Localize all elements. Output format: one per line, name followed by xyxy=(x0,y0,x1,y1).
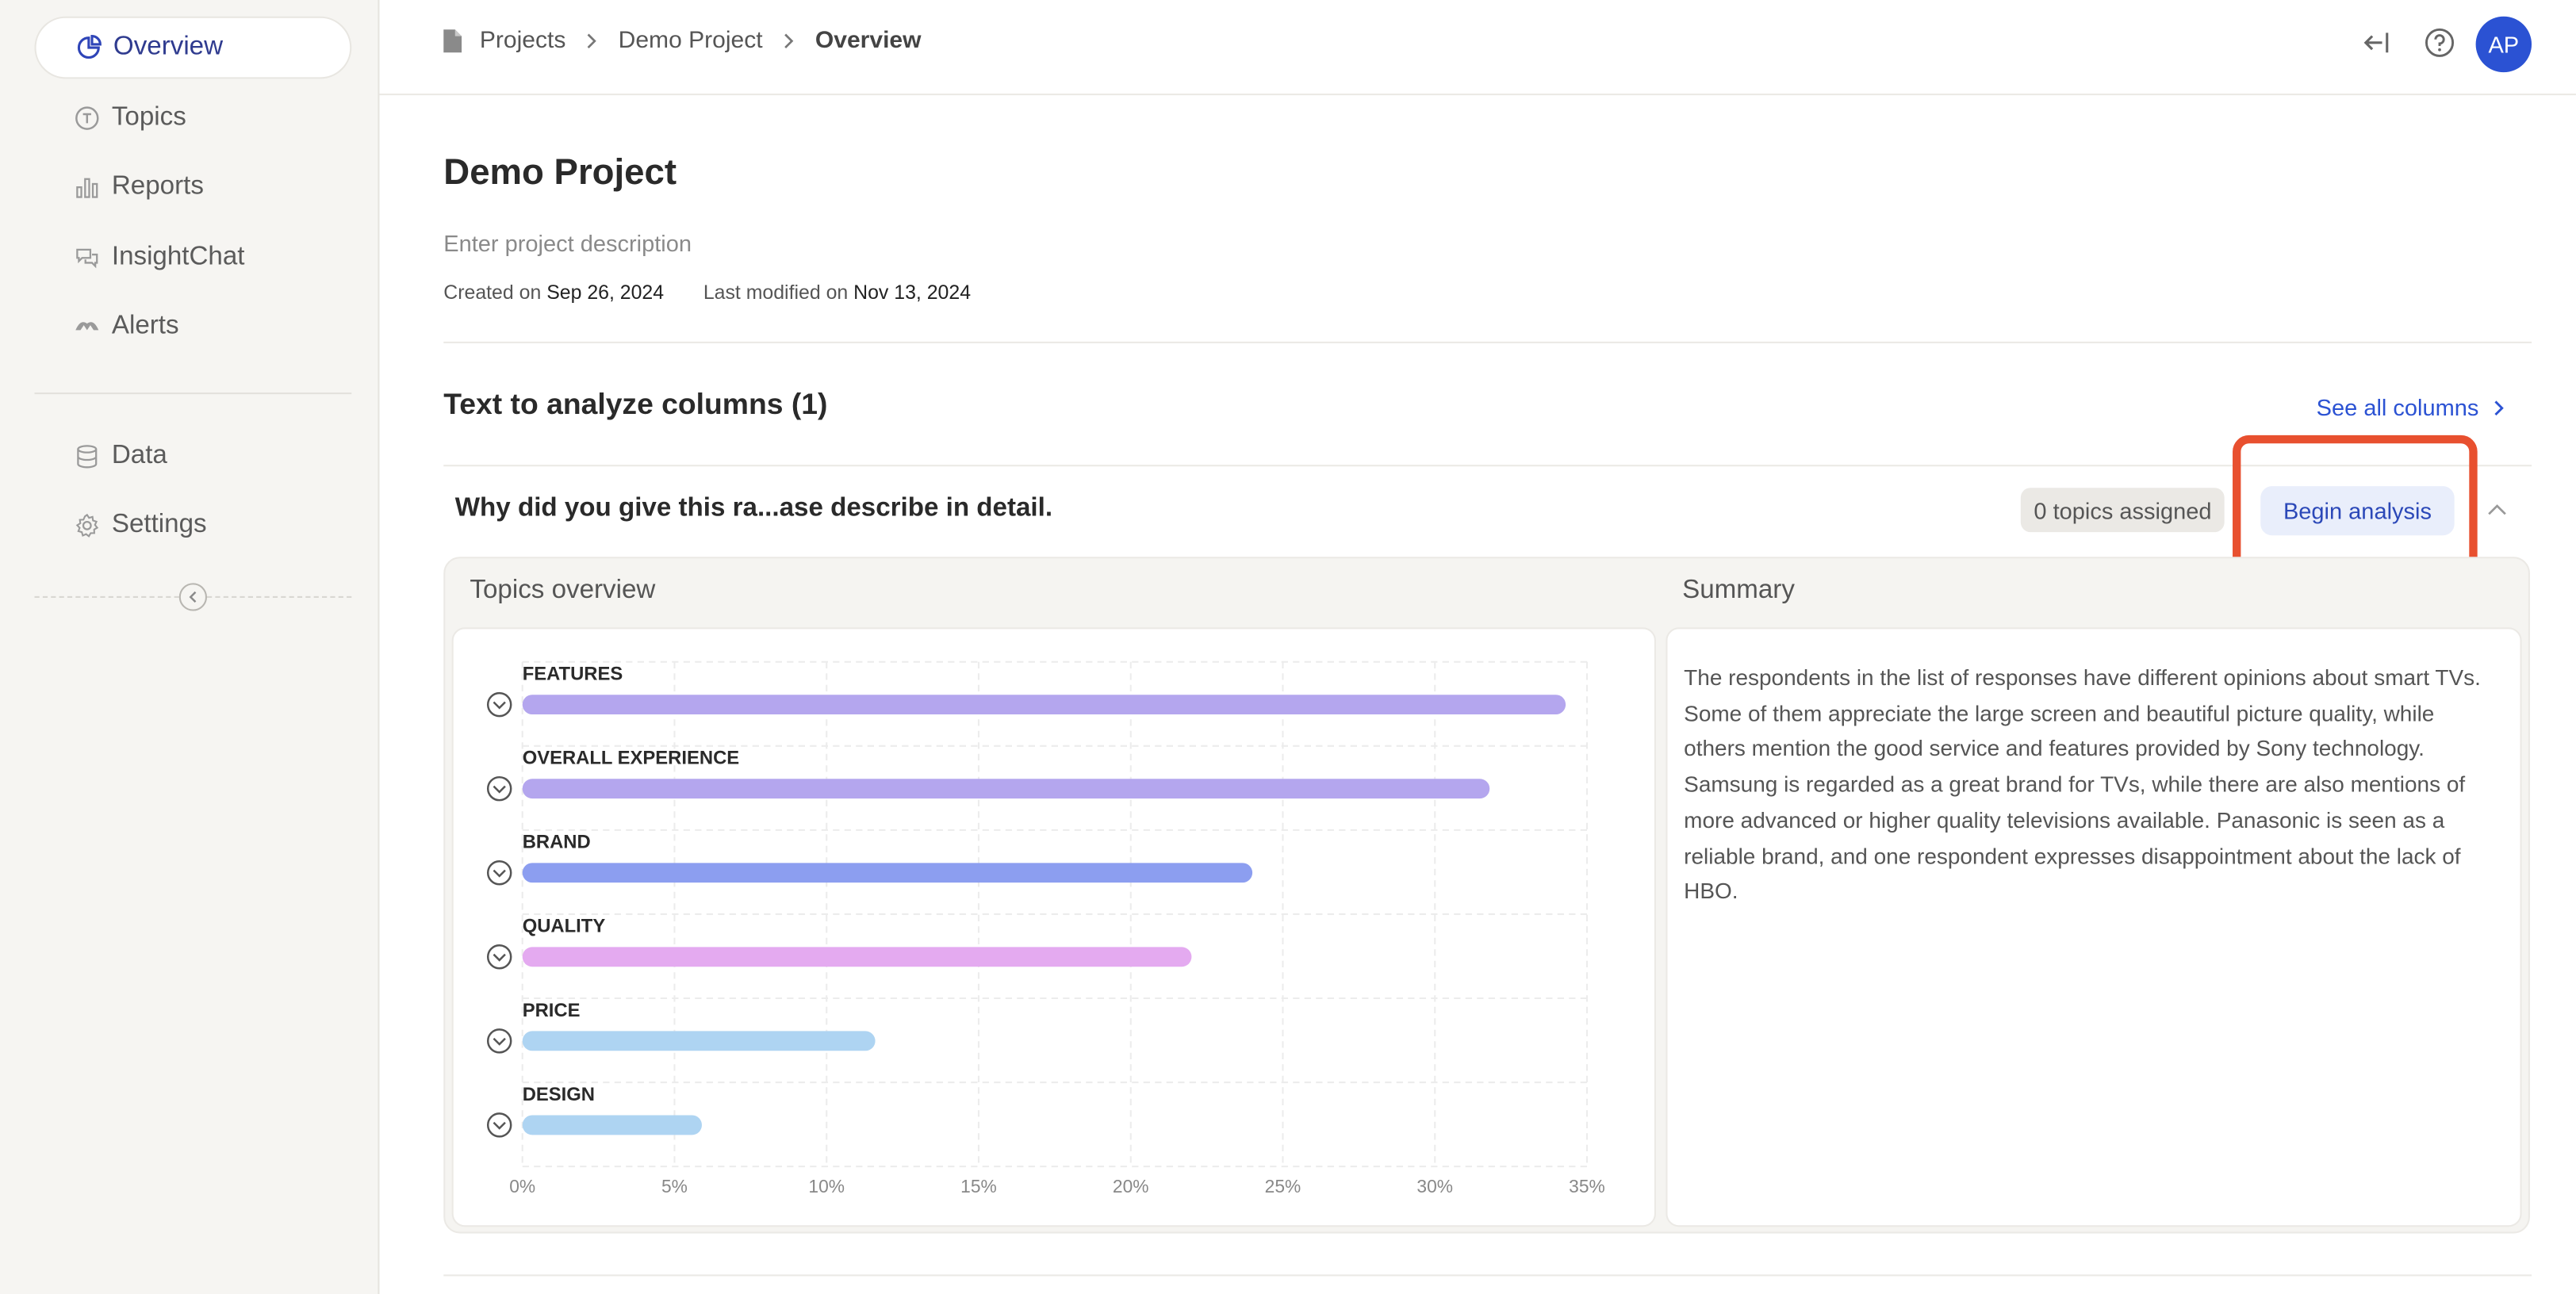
breadcrumb: Projects Demo Project Overview xyxy=(442,28,922,55)
see-all-columns-label: See all columns xyxy=(2316,394,2479,421)
created-date: Sep 26, 2024 xyxy=(546,281,665,304)
sidebar-item-overview[interactable]: Overview xyxy=(34,16,352,79)
bar-chart-icon xyxy=(74,174,100,201)
expand-toggle-icon[interactable] xyxy=(486,1028,512,1054)
breadcrumb-demo-project[interactable]: Demo Project xyxy=(619,28,763,54)
category-label: QUALITY xyxy=(523,916,606,937)
modified-date: Nov 13, 2024 xyxy=(853,281,972,304)
sidebar-item-data[interactable]: Data xyxy=(34,425,351,488)
sidebar: Overview Topics Reports InsightChat Aler… xyxy=(0,0,380,1294)
back-arrow-icon[interactable] xyxy=(2361,26,2394,59)
category-label: DESIGN xyxy=(523,1084,595,1105)
sidebar-item-label: Overview xyxy=(113,33,224,61)
breadcrumb-overview: Overview xyxy=(815,28,922,55)
sidebar-item-topics[interactable]: Topics xyxy=(34,87,351,150)
chat-icon xyxy=(74,245,100,271)
project-description-input[interactable]: Enter project description xyxy=(443,230,692,256)
bar xyxy=(522,695,1566,715)
column-title: Why did you give this ra...ase describe … xyxy=(454,494,1053,523)
sidebar-divider xyxy=(34,392,352,395)
expand-toggle-icon[interactable] xyxy=(486,775,512,802)
alert-icon xyxy=(74,314,100,340)
x-tick-label: 15% xyxy=(960,1176,997,1196)
topics-chart-card: 0% 5% 10% 15% 20% 25% 30% 35% FEATURES OVERALL EX… xyxy=(451,627,1656,1227)
bar xyxy=(522,1115,702,1135)
divider xyxy=(443,1274,2532,1277)
sidebar-item-label: Topics xyxy=(111,103,186,132)
database-icon xyxy=(74,443,100,469)
section-title: Text to analyze columns (1) xyxy=(443,387,828,421)
sidebar-item-label: Data xyxy=(111,442,167,470)
x-tick-label: 5% xyxy=(661,1176,688,1196)
sidebar-item-label: Reports xyxy=(111,172,204,201)
expand-toggle-icon[interactable] xyxy=(486,691,512,718)
chevron-right-icon xyxy=(585,33,599,49)
bar xyxy=(522,1031,876,1051)
summary-label: Summary xyxy=(1682,576,1795,605)
avatar[interactable]: AP xyxy=(2475,16,2532,73)
file-icon xyxy=(442,28,463,54)
x-tick-label: 10% xyxy=(808,1176,845,1196)
collapse-column-button[interactable] xyxy=(2479,491,2516,527)
x-tick-label: 30% xyxy=(1416,1176,1453,1196)
summary-text: The respondents in the list of responses… xyxy=(1684,664,2481,904)
expand-toggle-icon[interactable] xyxy=(486,1112,512,1138)
topics-icon xyxy=(74,105,100,132)
help-icon[interactable] xyxy=(2423,26,2455,59)
gear-icon xyxy=(74,512,100,538)
see-all-columns-link[interactable]: See all columns xyxy=(2317,394,2505,420)
divider xyxy=(443,341,2532,343)
sidebar-collapse-button[interactable] xyxy=(178,583,207,611)
topics-overview-label: Topics overview xyxy=(470,576,656,605)
created-meta: Created on Sep 26, 2024 xyxy=(443,281,665,304)
x-tick-label: 0% xyxy=(509,1176,535,1196)
category-label: OVERALL EXPERIENCE xyxy=(523,748,739,769)
category-label: FEATURES xyxy=(523,664,623,685)
category-label: PRICE xyxy=(523,1000,581,1021)
x-tick-label: 35% xyxy=(1569,1176,1605,1196)
pie-chart-icon xyxy=(75,34,102,60)
chevron-right-icon xyxy=(2492,398,2505,416)
expand-toggle-icon[interactable] xyxy=(486,859,512,886)
modified-meta: Last modified on Nov 13, 2024 xyxy=(703,281,972,304)
chevron-left-icon xyxy=(186,590,201,605)
bar xyxy=(522,779,1490,799)
topics-assigned-badge: 0 topics assigned xyxy=(2020,488,2225,533)
sidebar-item-reports[interactable]: Reports xyxy=(34,156,351,219)
expand-toggle-icon[interactable] xyxy=(486,944,512,970)
breadcrumb-projects[interactable]: Projects xyxy=(480,28,566,54)
divider xyxy=(443,465,2532,467)
project-meta: Created on Sep 26, 2024 Last modified on… xyxy=(443,281,971,304)
topics-bar-chart: 0% 5% 10% 15% 20% 25% 30% 35% FEATURES OVERALL EX… xyxy=(486,660,1605,1196)
sidebar-item-insightchat[interactable]: InsightChat xyxy=(34,227,351,289)
page-title: Demo Project xyxy=(443,151,677,193)
sidebar-item-label: Alerts xyxy=(111,312,179,340)
category-label: BRAND xyxy=(523,832,591,853)
x-tick-label: 25% xyxy=(1265,1176,1301,1196)
sidebar-item-label: Settings xyxy=(111,511,207,539)
bar xyxy=(522,863,1253,883)
chevron-up-icon xyxy=(2487,503,2507,516)
sidebar-item-label: InsightChat xyxy=(111,243,245,271)
sidebar-item-settings[interactable]: Settings xyxy=(34,494,351,557)
sidebar-item-alerts[interactable]: Alerts xyxy=(34,296,351,358)
topbar: Projects Demo Project Overview AP xyxy=(379,0,2576,96)
chevron-right-icon xyxy=(782,33,795,49)
bar xyxy=(522,947,1192,967)
x-tick-label: 20% xyxy=(1113,1176,1149,1196)
